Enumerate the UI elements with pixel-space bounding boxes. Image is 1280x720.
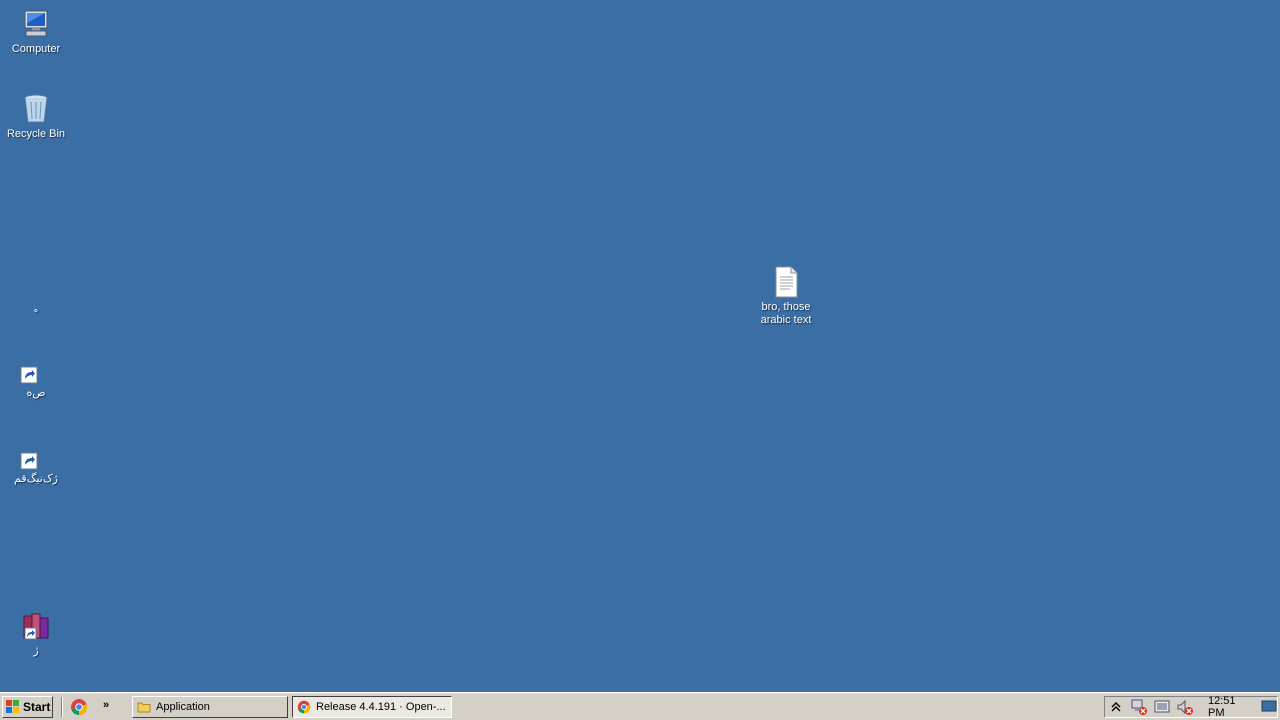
taskbar-button-application[interactable]: Application: [132, 696, 288, 718]
taskbar-separator: [61, 697, 63, 717]
action-center-icon[interactable]: [1153, 698, 1171, 716]
desktop: Computer Recycle Bin ه ص‌ه: [0, 0, 1280, 692]
task-label: Application: [156, 701, 210, 713]
chrome-icon: [297, 700, 311, 714]
show-desktop-icon[interactable]: [1261, 698, 1277, 716]
desktop-icon-label: ژ: [33, 645, 39, 657]
desktop-icon-shortcut-2[interactable]: ژک‌نیگ‌قم: [0, 452, 74, 486]
desktop-icon-label: ه: [33, 305, 39, 314]
desktop-icon-label: Recycle Bin: [6, 128, 66, 140]
desktop-icon-computer[interactable]: Computer: [0, 8, 74, 56]
desktop-icon-label: ص‌ه: [26, 387, 46, 399]
desktop-icon-label: Computer: [11, 43, 61, 55]
start-button[interactable]: Start: [2, 696, 53, 718]
computer-icon: [20, 8, 52, 40]
chevron-right-icon[interactable]: »: [103, 698, 121, 716]
desktop-icon-recycle-bin[interactable]: Recycle Bin: [0, 93, 74, 141]
task-label: Release 4.4.191 · Open-...: [316, 701, 446, 713]
system-tray: 12:51 PM: [1104, 695, 1278, 719]
taskbar-button-chrome[interactable]: Release 4.4.191 · Open-...: [292, 696, 452, 718]
shortcut-icon: [20, 452, 38, 470]
windows-logo-icon: [6, 700, 20, 714]
recycle-bin-icon: [20, 93, 52, 125]
shortcut-icon: [20, 366, 38, 384]
desktop-icon-label-line1: bro, those: [761, 301, 811, 313]
show-hidden-icon[interactable]: [1107, 698, 1125, 716]
chrome-icon[interactable]: [70, 698, 88, 716]
desktop-icon-label: ژک‌نیگ‌قم: [14, 473, 58, 485]
text-file-icon: [773, 266, 799, 298]
desktop-icon-label-line2: arabic text: [760, 314, 812, 326]
desktop-icon-arabic-item[interactable]: ه: [0, 268, 74, 316]
desktop-icon-books[interactable]: ژ: [0, 610, 74, 658]
folder-icon: [137, 700, 151, 714]
desktop-icon-text-file[interactable]: bro, those arabic text: [748, 266, 824, 327]
network-error-icon[interactable]: [1130, 698, 1148, 716]
taskbar: Start » Application Release 4.4.191 · Op…: [0, 692, 1280, 720]
books-shortcut-icon: [20, 610, 52, 642]
volume-muted-icon[interactable]: [1176, 698, 1194, 716]
blank-icon: [20, 268, 52, 300]
start-label: Start: [23, 700, 51, 714]
desktop-icon-shortcut-1[interactable]: ص‌ه: [0, 366, 74, 400]
clock[interactable]: 12:51 PM: [1208, 695, 1251, 719]
